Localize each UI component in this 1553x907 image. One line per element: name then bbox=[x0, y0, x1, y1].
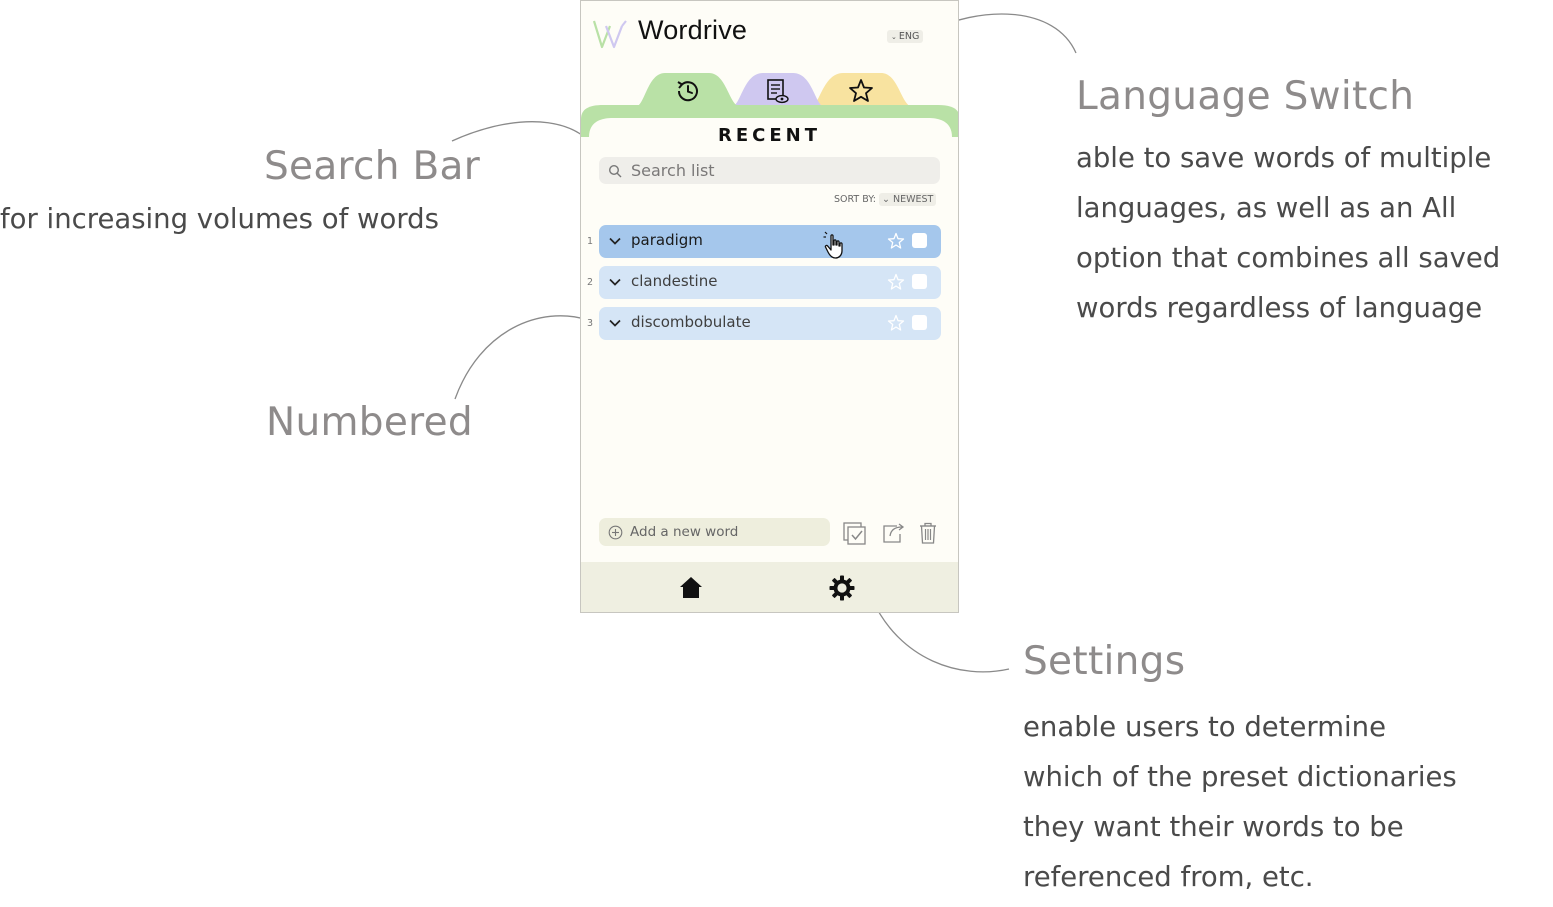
annotation-line: option that combines all saved bbox=[1076, 242, 1501, 274]
select-checkbox[interactable] bbox=[912, 233, 927, 248]
numbered-connector bbox=[454, 315, 589, 400]
word-row-clandestine[interactable]: clandestine bbox=[599, 266, 941, 299]
word-label: discombobulate bbox=[631, 313, 751, 331]
app-header: Wordrive ⌄ ENG bbox=[581, 1, 958, 71]
sort-dropdown[interactable]: ⌄ NEWEST bbox=[878, 193, 937, 206]
language-switch-annotation-title: Language Switch bbox=[1076, 74, 1415, 119]
gear-icon[interactable] bbox=[829, 575, 855, 601]
annotation-line: languages, as well as an All bbox=[1076, 192, 1457, 224]
search-placeholder: Search list bbox=[631, 161, 715, 180]
bottom-navigation bbox=[581, 562, 958, 612]
search-bar-annotation-body: for increasing volumes of words bbox=[0, 194, 439, 244]
section-title: RECENT bbox=[717, 125, 821, 146]
trash-icon[interactable] bbox=[915, 520, 941, 546]
search-icon bbox=[608, 164, 622, 178]
annotation-line: referenced from, etc. bbox=[1023, 861, 1314, 893]
word-label: clandestine bbox=[631, 272, 718, 290]
search-bar-annotation-title: Search Bar bbox=[264, 144, 481, 189]
add-word-input[interactable]: Add a new word bbox=[599, 518, 830, 546]
language-switch-annotation-body: able to save words of multiple languages… bbox=[1076, 133, 1500, 333]
language-label: ENG bbox=[898, 31, 920, 42]
hand-cursor-icon bbox=[823, 231, 843, 259]
chevron-down-icon[interactable] bbox=[608, 275, 622, 289]
settings-annotation-body: enable users to determine which of the p… bbox=[1023, 702, 1457, 902]
chevron-down-icon[interactable] bbox=[608, 316, 622, 330]
sort-control[interactable]: SORT BY: ⌄ NEWEST bbox=[834, 193, 937, 206]
annotation-line: they want their words to be bbox=[1023, 811, 1404, 843]
plus-circle-icon bbox=[608, 525, 623, 540]
annotation-line: able to save words of multiple bbox=[1076, 142, 1492, 174]
phone-screen: Wordrive ⌄ ENG RECENT Search list SORT B… bbox=[580, 0, 959, 613]
chevron-down-icon: ⌄ bbox=[891, 33, 897, 41]
select-all-icon[interactable] bbox=[842, 520, 868, 546]
star-icon[interactable] bbox=[887, 314, 905, 332]
word-row-paradigm[interactable]: paradigm bbox=[599, 225, 941, 258]
row-number: 3 bbox=[587, 318, 594, 329]
annotation-line: for increasing volumes of words bbox=[0, 203, 439, 235]
star-icon[interactable] bbox=[887, 273, 905, 291]
star-icon[interactable] bbox=[847, 77, 875, 105]
annotation-line: which of the preset dictionaries bbox=[1023, 761, 1457, 793]
numbered-annotation-title: Numbered bbox=[266, 400, 473, 445]
word-label: paradigm bbox=[631, 231, 703, 249]
sort-value: NEWEST bbox=[892, 194, 934, 205]
add-word-placeholder: Add a new word bbox=[630, 524, 739, 540]
search-input[interactable]: Search list bbox=[599, 157, 940, 184]
history-icon[interactable] bbox=[674, 77, 702, 105]
wordrive-logo-icon bbox=[592, 20, 627, 49]
annotation-line: enable users to determine bbox=[1023, 711, 1387, 743]
row-number: 2 bbox=[587, 277, 594, 288]
settings-annotation-title: Settings bbox=[1023, 639, 1186, 684]
sort-label: SORT BY: bbox=[834, 194, 876, 205]
language-switch-button[interactable]: ⌄ ENG bbox=[887, 30, 924, 43]
row-number: 1 bbox=[587, 236, 594, 247]
document-eye-icon[interactable] bbox=[763, 77, 791, 105]
chevron-down-icon[interactable] bbox=[608, 234, 622, 248]
app-title: Wordrive bbox=[638, 15, 748, 45]
export-icon[interactable] bbox=[881, 520, 907, 546]
select-checkbox[interactable] bbox=[912, 315, 927, 330]
word-row-discombobulate[interactable]: discombobulate bbox=[599, 307, 941, 340]
select-checkbox[interactable] bbox=[912, 274, 927, 289]
home-icon[interactable] bbox=[678, 575, 704, 601]
annotation-line: words regardless of language bbox=[1076, 292, 1483, 324]
star-icon[interactable] bbox=[887, 232, 905, 250]
